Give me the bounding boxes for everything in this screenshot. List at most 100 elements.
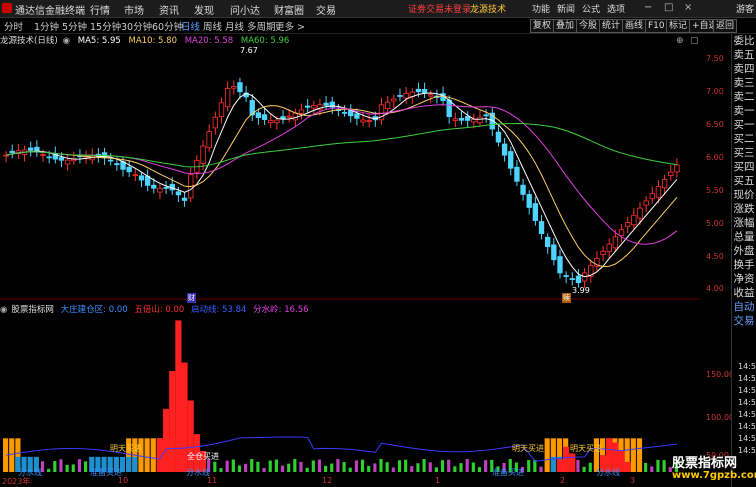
menu-wenxiaoda[interactable]: 问小达 [230, 2, 260, 17]
candle[interactable] [286, 115, 292, 118]
sidebar-item[interactable]: 卖五 [732, 48, 756, 62]
sidebar-item[interactable]: 委比 [732, 34, 756, 48]
candle[interactable] [618, 229, 625, 236]
candle[interactable] [114, 163, 120, 166]
sidebar-item[interactable]: 卖二 [732, 90, 756, 104]
sidebar-item[interactable]: 买一 [732, 118, 756, 132]
candle[interactable] [674, 164, 680, 173]
candle[interactable] [464, 116, 471, 121]
menu-faxian[interactable]: 发现 [194, 2, 214, 17]
candle[interactable] [212, 116, 219, 129]
candle[interactable] [483, 114, 489, 117]
candle[interactable] [231, 86, 237, 89]
candle[interactable] [354, 113, 360, 119]
candle[interactable] [64, 159, 71, 165]
menu-xinwen[interactable]: 新闻 [557, 2, 575, 15]
buyback-badge[interactable]: 赎 [562, 293, 571, 303]
candle[interactable] [138, 175, 145, 181]
candle[interactable] [415, 88, 422, 93]
candle[interactable] [132, 174, 139, 177]
sidebar-item[interactable]: 收益 [732, 286, 756, 300]
candle[interactable] [649, 193, 655, 200]
candle[interactable] [563, 275, 569, 277]
candle[interactable] [446, 99, 452, 117]
period-15min[interactable]: 15分钟 [90, 19, 121, 33]
candle[interactable] [181, 197, 188, 201]
period-multi[interactable]: 多周期 [247, 19, 276, 33]
candle[interactable] [421, 89, 428, 94]
candle[interactable] [9, 150, 15, 154]
candle[interactable] [532, 203, 539, 221]
candle[interactable] [108, 159, 114, 162]
menu-jiaoyi[interactable]: 交易 [316, 2, 336, 17]
candle[interactable] [274, 119, 280, 124]
period-more[interactable]: 更多 > [275, 19, 305, 33]
candle[interactable] [237, 82, 243, 93]
minimize-icon[interactable]: − [644, 2, 652, 13]
candle[interactable] [625, 222, 631, 227]
sidebar-item[interactable]: 现价 [732, 188, 756, 202]
candle[interactable] [526, 194, 532, 208]
candle[interactable] [40, 154, 46, 156]
period-monthly[interactable]: 月线 [225, 19, 244, 33]
candle[interactable] [428, 94, 434, 97]
candle[interactable] [341, 111, 348, 114]
candle[interactable] [323, 102, 329, 106]
candle[interactable] [471, 118, 477, 123]
candle[interactable] [298, 109, 305, 114]
candle[interactable] [391, 98, 397, 102]
finance-badge[interactable]: 财 [187, 293, 196, 303]
candle[interactable] [224, 88, 231, 108]
candle[interactable] [551, 244, 557, 261]
candle[interactable] [397, 95, 403, 97]
period-1min[interactable]: 1分钟 [34, 19, 59, 33]
candle[interactable] [612, 236, 619, 249]
guest-label[interactable]: 游客 [736, 2, 754, 15]
sidebar-item[interactable]: 涨跌 [732, 202, 756, 216]
sidebar-item[interactable]: 交易 [732, 314, 756, 328]
candle[interactable] [163, 187, 169, 189]
sidebar-item[interactable]: 卖四 [732, 62, 756, 76]
candle[interactable] [458, 117, 465, 121]
candle[interactable] [255, 112, 262, 119]
menu-gongneng[interactable]: 功能 [532, 2, 550, 15]
candle[interactable] [600, 250, 606, 255]
sidebar-item[interactable]: 买二 [732, 132, 756, 146]
candle[interactable] [175, 191, 182, 196]
candle[interactable] [200, 145, 206, 165]
sidebar-item[interactable]: 买五 [732, 174, 756, 188]
menu-xuanxiang[interactable]: 选项 [607, 2, 625, 15]
period-daily[interactable]: 日线 [181, 19, 200, 33]
candle[interactable] [643, 200, 649, 206]
menu-hangqing[interactable]: 行情 [90, 2, 110, 17]
sidebar-item[interactable]: 总量 [732, 230, 756, 244]
candle[interactable] [151, 184, 157, 189]
candle[interactable] [520, 184, 526, 195]
candle[interactable] [157, 187, 163, 193]
candle[interactable] [126, 166, 132, 173]
candle[interactable] [452, 118, 459, 121]
tool-fuquan[interactable]: 复权 [530, 19, 555, 33]
tool-diejia[interactable]: 叠加 [553, 19, 578, 33]
candle[interactable] [268, 120, 274, 123]
candle[interactable] [46, 156, 52, 159]
candle[interactable] [514, 166, 520, 182]
period-weekly[interactable]: 周线 [203, 19, 222, 33]
candle[interactable] [261, 114, 268, 121]
candle[interactable] [557, 256, 563, 274]
candle[interactable] [403, 93, 409, 99]
candle[interactable] [280, 116, 286, 119]
sidebar-item[interactable]: 换手 [732, 258, 756, 272]
candle[interactable] [668, 171, 674, 176]
close-icon[interactable]: × [684, 2, 692, 13]
menu-caifuquan[interactable]: 财富圈 [274, 2, 304, 17]
candle[interactable] [366, 120, 372, 122]
candle[interactable] [58, 157, 65, 161]
candle[interactable] [538, 221, 545, 235]
candle[interactable] [292, 112, 299, 121]
tool-huaxian[interactable]: 画线 [622, 19, 647, 33]
candle[interactable] [569, 278, 575, 280]
candle[interactable] [206, 131, 212, 149]
period-fenshi[interactable]: 分时 [4, 19, 23, 33]
tool-tongji[interactable]: 统计 [599, 19, 624, 33]
